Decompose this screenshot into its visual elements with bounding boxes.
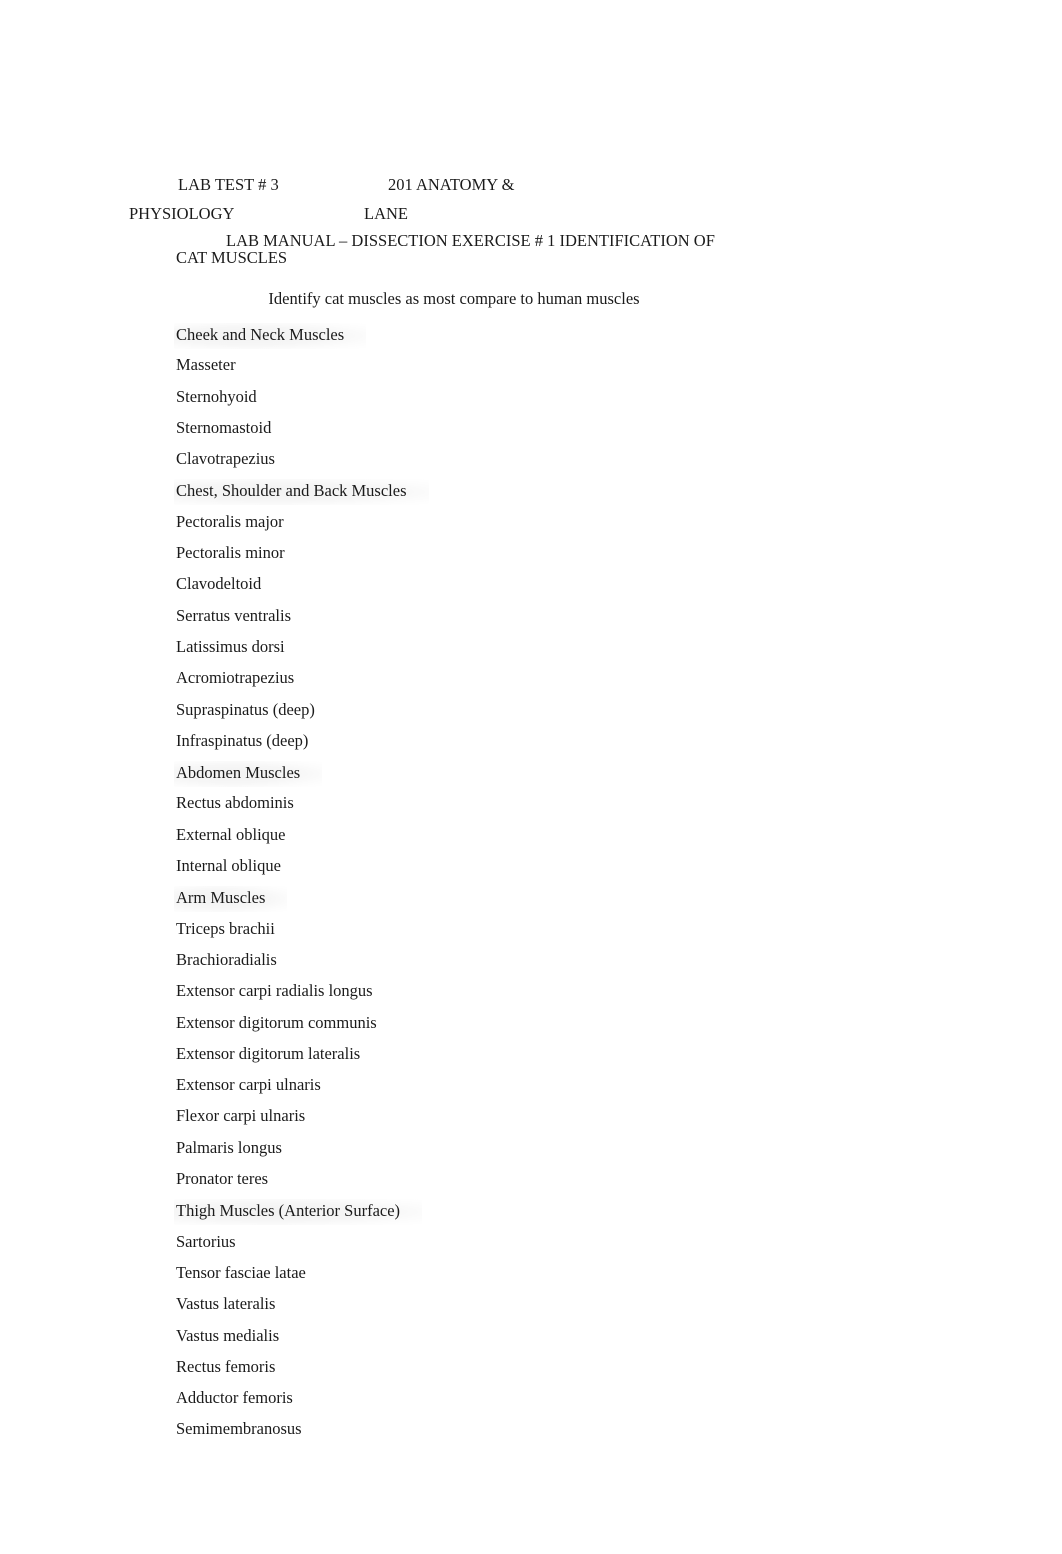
muscle-name-label: Clavotrapezius xyxy=(176,449,275,469)
muscle-name-label: Serratus ventralis xyxy=(176,605,292,625)
muscle-name-label: External oblique xyxy=(176,824,286,844)
muscle-name-label: Pectoralis major xyxy=(176,511,284,531)
muscle-name-label: Adductor femoris xyxy=(176,1388,293,1408)
muscle-list-item: Extensor digitorum communis xyxy=(176,1012,876,1043)
muscle-list-item: Pronator teres xyxy=(176,1168,876,1199)
muscle-name-label: Sternohyoid xyxy=(176,386,257,406)
muscle-name-label: Rectus abdominis xyxy=(176,793,294,813)
muscle-name-label: Rectus femoris xyxy=(176,1356,276,1376)
muscle-list-item: Internal oblique xyxy=(176,855,876,886)
muscle-list-item: Rectus abdominis xyxy=(176,792,876,823)
muscle-group-heading: Chest, Shoulder and Back Muscles xyxy=(174,479,876,510)
muscle-list-item: Acromiotrapezius xyxy=(176,667,876,698)
muscle-name-label: Semimembranosus xyxy=(176,1419,302,1439)
page-subtitle: Identify cat muscles as most compare to … xyxy=(268,289,640,308)
muscle-name-label: Pectoralis minor xyxy=(176,543,285,563)
muscle-name-label: Extensor carpi radialis longus xyxy=(176,981,373,1001)
muscle-name-label: Clavodeltoid xyxy=(176,574,262,594)
muscle-name-label: Palmaris longus xyxy=(176,1137,282,1157)
muscle-list-item: Infraspinatus (deep) xyxy=(176,730,876,761)
muscle-name-label: Masseter xyxy=(176,355,236,375)
muscle-list-item: Adductor femoris xyxy=(176,1387,876,1418)
muscle-name-label: Brachioradialis xyxy=(176,949,277,969)
muscle-name-label: Vastus lateralis xyxy=(176,1294,276,1314)
muscle-list-item: Vastus medialis xyxy=(176,1325,876,1356)
muscle-group-heading: Cheek and Neck Muscles xyxy=(174,323,876,354)
muscle-list-item: Serratus ventralis xyxy=(176,605,876,636)
muscle-group-label: Abdomen Muscles xyxy=(174,761,323,788)
muscle-list-item: Clavotrapezius xyxy=(176,448,876,479)
muscle-name-label: Acromiotrapezius xyxy=(176,668,295,688)
muscle-list-item: Latissimus dorsi xyxy=(176,636,876,667)
muscle-list-item: External oblique xyxy=(176,824,876,855)
muscle-group-heading: Thigh Muscles (Anterior Surface) xyxy=(174,1199,876,1230)
muscle-list-item: Vastus lateralis xyxy=(176,1293,876,1324)
muscle-name-label: Latissimus dorsi xyxy=(176,636,285,656)
muscle-list-item: Clavodeltoid xyxy=(176,573,876,604)
muscle-name-label: Extensor digitorum communis xyxy=(176,1012,377,1032)
muscle-list-item: Flexor carpi ulnaris xyxy=(176,1105,876,1136)
muscle-list-item: Rectus femoris xyxy=(176,1356,876,1387)
muscle-group-label: Cheek and Neck Muscles xyxy=(174,323,367,349)
muscle-list-item: Triceps brachii xyxy=(176,918,876,949)
page-title: LAB MANUAL – DISSECTION EXERCISE # 1 IDE… xyxy=(176,231,715,267)
header-line-1: LAB TEST # 3 201 ANATOMY & xyxy=(0,170,1062,199)
muscle-list-item: Pectoralis major xyxy=(176,511,876,542)
muscle-group-label: Chest, Shoulder and Back Muscles xyxy=(174,479,429,506)
muscle-name-label: Flexor carpi ulnaris xyxy=(176,1106,306,1126)
muscle-name-label: Pronator teres xyxy=(176,1169,269,1189)
muscle-list-item: Tensor fasciae latae xyxy=(176,1262,876,1293)
muscle-list: Cheek and Neck Muscles Masseter Sternohyoi… xyxy=(174,323,876,1450)
muscle-list-item: Extensor carpi ulnaris xyxy=(176,1074,876,1105)
muscle-list-item: Sternomastoid xyxy=(176,417,876,448)
document-header: LAB TEST # 3 201 ANATOMY & PHYSIOLOGY LA… xyxy=(0,170,1062,228)
header-line-2: PHYSIOLOGY LANE xyxy=(0,199,1062,228)
muscle-name-label: Sternomastoid xyxy=(176,417,272,437)
course-number-label: 201 ANATOMY & xyxy=(388,175,515,194)
muscle-list-item: Semimembranosus xyxy=(176,1418,876,1449)
muscle-name-label: Supraspinatus (deep) xyxy=(176,699,315,719)
muscle-group-label: Arm Muscles xyxy=(174,886,288,913)
muscle-name-label: Vastus medialis xyxy=(176,1325,280,1345)
course-name-label: PHYSIOLOGY xyxy=(129,204,235,223)
muscle-list-item: Sternohyoid xyxy=(176,386,876,417)
muscle-name-label: Sartorius xyxy=(176,1231,236,1251)
muscle-group-label: Thigh Muscles (Anterior Surface) xyxy=(174,1199,423,1226)
muscle-list-item: Pectoralis minor xyxy=(176,542,876,573)
muscle-list-item: Extensor digitorum lateralis xyxy=(176,1043,876,1074)
muscle-list-item: Sartorius xyxy=(176,1231,876,1262)
lab-test-label: LAB TEST # 3 xyxy=(178,175,279,194)
muscle-list-item: Supraspinatus (deep) xyxy=(176,699,876,730)
muscle-group-heading: Abdomen Muscles xyxy=(174,761,876,792)
muscle-list-item: Extensor carpi radialis longus xyxy=(176,980,876,1011)
instructor-label: LANE xyxy=(364,204,408,223)
muscle-name-label: Extensor digitorum lateralis xyxy=(176,1043,361,1063)
muscle-name-label: Triceps brachii xyxy=(176,918,275,938)
muscle-list-item: Palmaris longus xyxy=(176,1137,876,1168)
muscle-name-label: Tensor fasciae latae xyxy=(176,1262,306,1282)
muscle-name-label: Infraspinatus (deep) xyxy=(176,730,309,750)
document-page: LAB TEST # 3 201 ANATOMY & PHYSIOLOGY LA… xyxy=(0,0,1062,1554)
muscle-name-label: Extensor carpi ulnaris xyxy=(176,1075,321,1095)
muscle-name-label: Internal oblique xyxy=(176,856,281,876)
muscle-list-item: Masseter xyxy=(176,354,876,385)
muscle-list-item: Brachioradialis xyxy=(176,949,876,980)
muscle-group-heading: Arm Muscles xyxy=(174,886,876,917)
